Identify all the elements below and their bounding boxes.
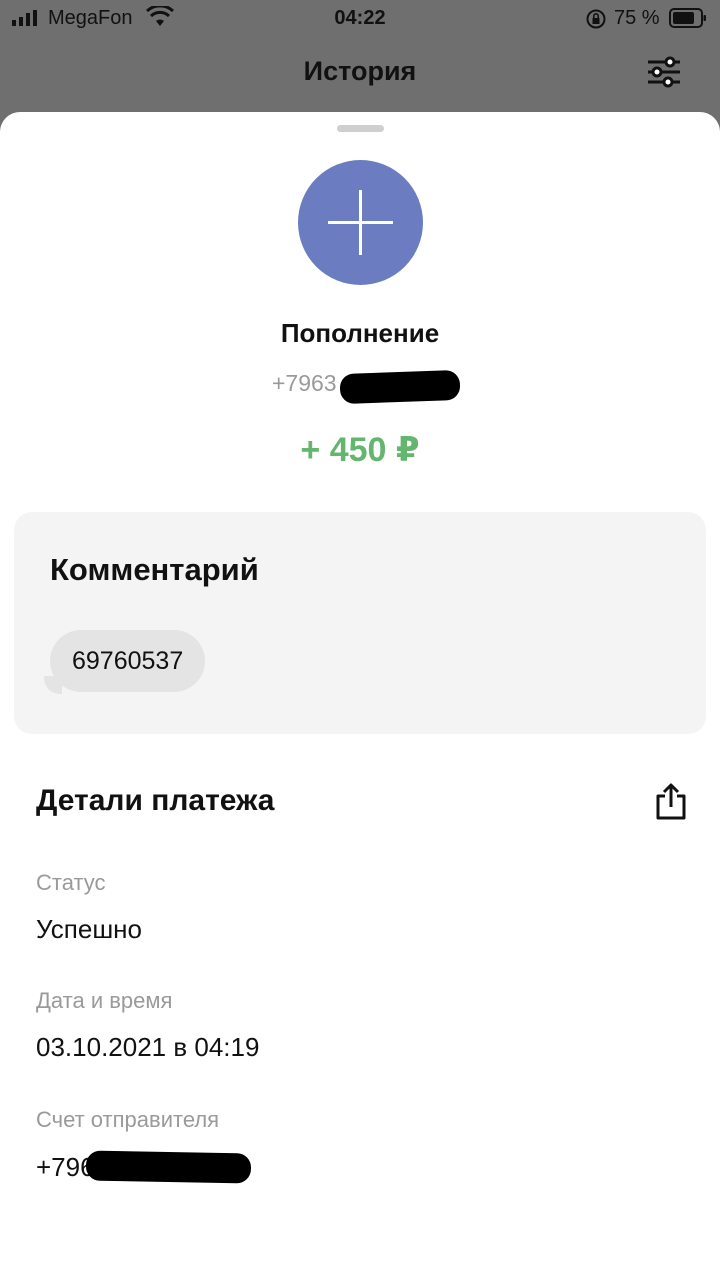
- battery-percent: 75 %: [614, 7, 660, 29]
- share-icon[interactable]: [652, 782, 690, 822]
- status-bar: MegaFon 04:22 75 %: [0, 0, 720, 40]
- status-time: 04:22: [334, 7, 386, 29]
- datetime-label: Дата и время: [36, 988, 173, 1013]
- redaction-mark: [339, 369, 461, 405]
- sliders-icon[interactable]: [644, 52, 684, 92]
- transaction-phone: +7963: [272, 370, 337, 396]
- battery-icon: [669, 8, 706, 28]
- orientation-lock-icon: [586, 9, 606, 29]
- datetime-value: 03.10.2021 в 04:19: [36, 1032, 260, 1062]
- sheet-grabber[interactable]: [337, 125, 384, 132]
- status-value: Успешно: [36, 914, 142, 944]
- status-label: Статус: [36, 870, 106, 895]
- comment-heading: Комментарий: [50, 552, 259, 587]
- comment-bubble: 69760537: [50, 630, 206, 692]
- plus-icon: [298, 160, 423, 285]
- details-heading: Детали платежа: [36, 784, 275, 817]
- redaction-mark: [85, 1150, 252, 1184]
- transaction-amount: + 450 ₽: [300, 431, 420, 469]
- sender-account-label: Счет отправителя: [36, 1107, 220, 1132]
- transaction-type: Пополнение: [280, 318, 440, 348]
- transaction-sheet: Пополнение +7963 + 450 ₽ Комментарий 697…: [0, 112, 720, 1280]
- comment-card: Комментарий 69760537: [14, 512, 706, 734]
- page-title: История: [303, 56, 417, 86]
